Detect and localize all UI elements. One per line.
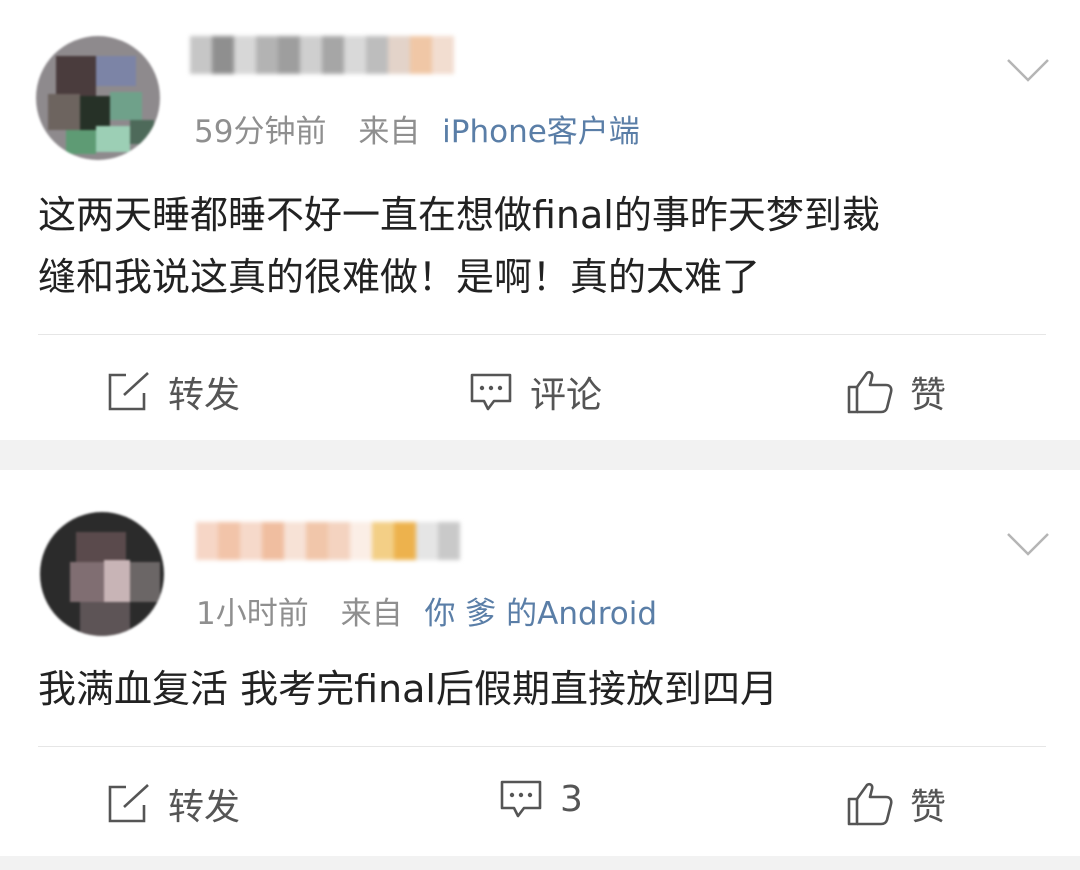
like-icon	[847, 370, 893, 414]
username-blurred[interactable]	[196, 522, 460, 560]
post-meta: 1小时前 来自 你 爹 的Android	[196, 588, 657, 633]
comment-label: 评论	[530, 375, 603, 416]
from-label: 来自	[358, 114, 421, 150]
repost-button[interactable]: 转发	[106, 778, 240, 830]
chevron-down-icon[interactable]	[1006, 532, 1050, 556]
post-text: 我满血复活 我考完final后假期直接放到四月	[38, 667, 778, 711]
like-label: 赞	[910, 787, 947, 828]
repost-label: 转发	[168, 375, 241, 416]
divider	[38, 334, 1046, 335]
post-meta: 59分钟前 来自 iPhone客户端	[194, 106, 640, 151]
post-time: 1小时前	[196, 596, 309, 632]
from-label: 来自	[340, 596, 403, 632]
comment-button[interactable]: 3	[498, 778, 583, 820]
like-button[interactable]: 赞	[846, 366, 946, 418]
like-label: 赞	[910, 375, 947, 416]
post-card: 59分钟前 来自 iPhone客户端 这两天睡都睡不好一直在想做final的事昨…	[0, 0, 1080, 440]
post-source[interactable]: iPhone客户端	[442, 114, 640, 150]
chevron-down-icon[interactable]	[1006, 58, 1050, 82]
comment-button[interactable]: 评论	[468, 366, 602, 418]
comment-icon	[500, 780, 542, 818]
username-blurred[interactable]	[190, 36, 454, 74]
divider	[38, 746, 1046, 747]
like-icon	[847, 782, 893, 826]
user-avatar[interactable]	[36, 36, 160, 160]
repost-icon	[108, 784, 149, 823]
post-card: 1小时前 来自 你 爹 的Android 我满血复活 我考完final后假期直接…	[0, 470, 1080, 856]
user-avatar[interactable]	[40, 512, 164, 636]
post-time: 59分钟前	[194, 114, 327, 150]
repost-icon	[108, 372, 149, 411]
comment-icon	[470, 373, 512, 411]
repost-button[interactable]: 转发	[106, 366, 240, 418]
like-button[interactable]: 赞	[846, 778, 946, 830]
post-source[interactable]: 你 爹 的Android	[424, 596, 657, 632]
repost-label: 转发	[168, 787, 241, 828]
comment-count: 3	[560, 778, 583, 820]
post-text: 这两天睡都睡不好一直在想做final的事昨天梦到裁 缝和我说这真的很难做！是啊！…	[38, 193, 880, 299]
